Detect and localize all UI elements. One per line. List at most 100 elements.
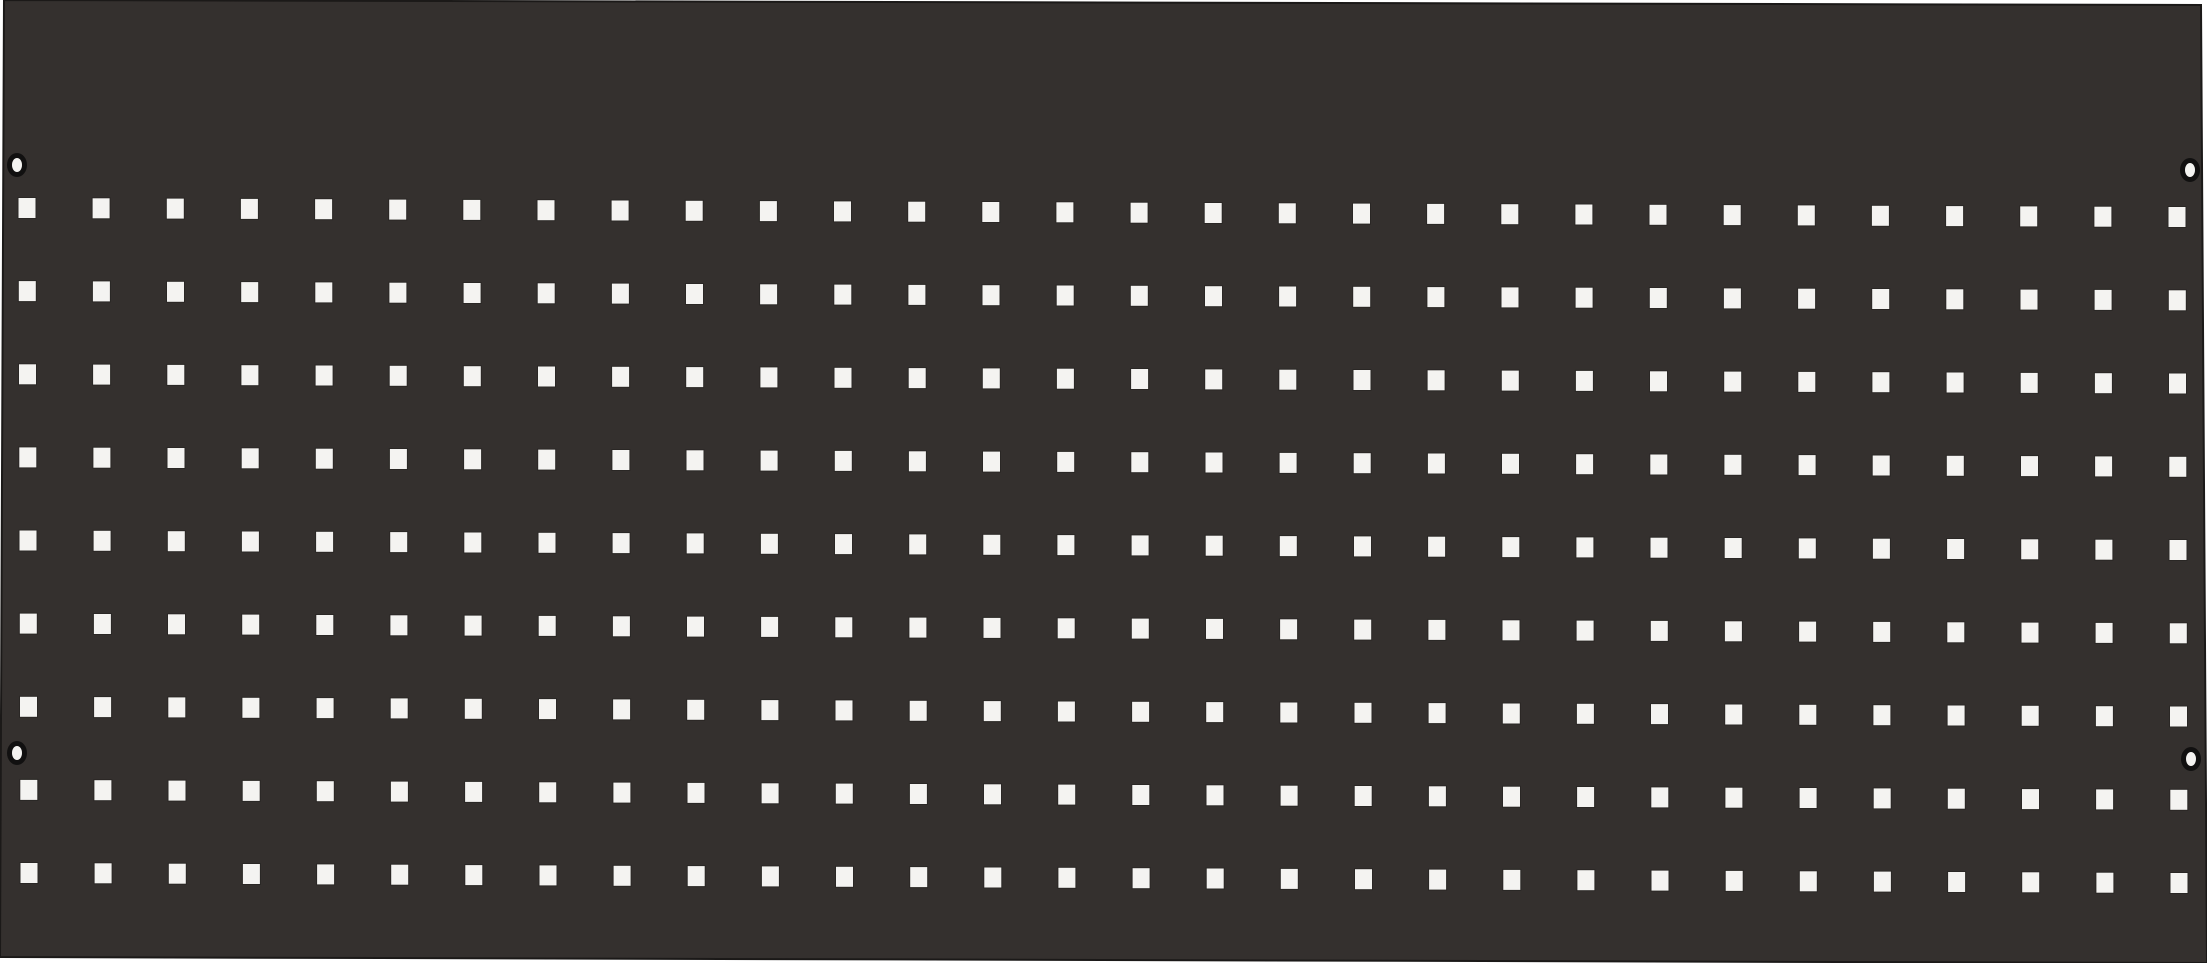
square-hole [1797,370,1817,393]
square-hole [1574,369,1594,392]
square-hole [2093,372,2113,395]
square-hole [1501,536,1521,559]
square-hole [538,864,558,887]
square-hole [1797,454,1817,477]
square-hole [241,696,261,719]
square-hole [2169,705,2188,728]
pegboard-panel-svg [0,0,2207,963]
square-hole [1353,618,1373,641]
square-hole [1798,620,1818,643]
square-hole [1501,452,1520,475]
square-hole [1354,868,1373,891]
square-hole [1946,787,1966,810]
square-hole [1279,701,1299,724]
square-hole [1945,288,1965,311]
square-hole [2019,288,2039,311]
square-hole [463,614,483,637]
square-hole [1946,704,1966,727]
square-hole [463,448,483,471]
square-hole [1798,787,1818,809]
square-hole [908,616,928,639]
square-hole [1723,453,1743,476]
square-hole [1501,619,1521,642]
square-hole [166,280,185,303]
square-hole [685,449,705,472]
square-hole [536,199,556,222]
square-hole [1203,202,1223,224]
square-hole [611,365,631,388]
square-hole [1055,201,1075,224]
square-hole [1872,787,1892,810]
square-hole [167,696,187,719]
square-hole [611,615,631,638]
square-hole [1871,371,1891,394]
square-hole [1129,284,1149,307]
square-hole [1279,618,1299,641]
square-hole [1131,700,1151,723]
square-hole [1501,702,1521,725]
square-hole [537,531,557,554]
square-hole [1575,453,1595,476]
square-hole [2094,538,2114,561]
square-hole [165,197,185,220]
square-hole [1872,704,1892,727]
square-hole [1279,784,1299,807]
square-hole [18,529,38,552]
square-hole [1057,866,1077,889]
square-hole [240,447,260,470]
square-hole [2019,205,2039,228]
square-hole [983,866,1003,889]
square-hole [390,863,410,886]
square-hole [1650,869,1670,892]
square-hole [389,531,409,554]
square-hole [314,281,334,304]
square-hole [1204,368,1224,391]
square-hole [833,366,853,389]
square-hole [611,532,631,555]
square-hole [537,448,557,471]
square-hole [1427,618,1447,641]
square-hole [759,532,779,555]
square-hole [1650,786,1670,809]
mounting-hole [7,741,27,765]
square-hole [686,781,706,804]
square-hole [2169,872,2189,894]
square-hole [167,862,187,885]
square-hole [2093,288,2113,311]
square-hole [1205,617,1224,640]
square-hole [1205,784,1225,807]
mounting-hole [2180,158,2200,182]
square-hole [91,197,111,220]
square-hole [1502,785,1521,808]
square-hole [388,448,408,470]
mounting-hole [2181,747,2201,771]
square-hole [981,284,1001,307]
square-hole [463,697,483,720]
square-hole [241,863,261,885]
square-hole [1798,870,1818,893]
square-hole [1723,537,1743,559]
square-hole [1428,868,1448,891]
square-hole [610,282,630,305]
square-hole [2020,621,2040,644]
square-hole [1649,619,1669,642]
square-hole [611,449,631,471]
square-hole [464,864,484,887]
square-hole [1797,287,1817,310]
square-hole [389,780,409,803]
square-hole [93,779,113,802]
square-hole [760,782,780,805]
square-hole [1279,867,1299,890]
square-hole [1575,536,1595,559]
square-hole [462,198,482,221]
square-hole [241,613,261,636]
square-hole [1278,451,1298,474]
square-hole [167,779,187,802]
square-hole [686,698,706,721]
pegboard-image [0,0,2207,963]
square-hole [1057,783,1077,806]
square-hole [537,365,556,388]
square-hole [2168,539,2188,561]
square-hole [2020,704,2040,727]
square-hole [239,197,259,220]
